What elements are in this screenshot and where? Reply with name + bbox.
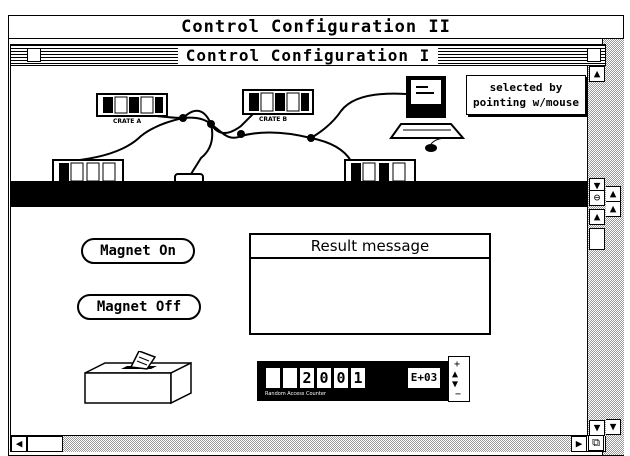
divider-bar: [11, 181, 587, 207]
scroll-down-arrow-lower[interactable]: ▼: [589, 420, 605, 436]
junction-node: [307, 134, 315, 142]
counter-digit: 2: [299, 367, 315, 389]
scroll-up-arrow[interactable]: ▲: [605, 186, 621, 202]
scroll-up-arrow-lower[interactable]: ▲: [589, 209, 605, 225]
computer-icon[interactable]: [389, 76, 466, 152]
callout-line-1: selected by: [489, 81, 563, 94]
counter-exponent: E+03: [407, 367, 441, 389]
crate-a[interactable]: [96, 93, 168, 117]
counter-display: 2 0 0 1 E+03 Random Access Counter: [257, 361, 453, 401]
scroll-up-arrow-2[interactable]: ▲: [605, 201, 621, 217]
counter-stepper[interactable]: + ▲ ▼ −: [448, 356, 470, 402]
callout-box: selected by pointing w/mouse: [466, 75, 586, 115]
scroll-thumb[interactable]: ⊖: [589, 190, 605, 206]
zoom-box[interactable]: [587, 48, 601, 62]
scroll-thumb-lower[interactable]: [589, 228, 605, 250]
grow-box[interactable]: ⧉: [588, 435, 604, 451]
counter-caption: Random Access Counter: [265, 391, 326, 397]
counter-digit: 1: [350, 367, 366, 389]
crate-left[interactable]: [52, 159, 124, 181]
counter-digit: [265, 367, 281, 389]
window-title-bar[interactable]: Control Configuration I: [11, 45, 605, 66]
window-title: Control Configuration II: [181, 17, 451, 37]
cable-5: [310, 92, 407, 139]
crate-right[interactable]: [344, 159, 416, 181]
scroll-thumb-horizontal[interactable]: [27, 436, 63, 452]
crate-b-label: CRATE B: [259, 116, 288, 123]
scroll-left-arrow[interactable]: ◀: [11, 436, 27, 452]
crate-b[interactable]: [242, 89, 314, 115]
window-title-bar[interactable]: Control Configuration II: [9, 16, 623, 39]
vertical-scrollbar[interactable]: ▲ ▼ ⊖ ▲ ▼: [587, 66, 606, 436]
minus-icon[interactable]: −: [455, 389, 461, 400]
ballot-box-icon[interactable]: [81, 351, 201, 407]
cable-4: [190, 123, 214, 175]
junction-node: [207, 120, 215, 128]
scroll-down-arrow[interactable]: ▼: [605, 419, 621, 435]
crate-a-label: CRATE A: [113, 118, 142, 125]
junction-node: [237, 130, 245, 138]
window-title: Control Configuration I: [177, 46, 439, 65]
magnet-off-button[interactable]: Magnet Off: [77, 294, 201, 320]
counter-digit: 0: [333, 367, 349, 389]
callout-line-2: pointing w/mouse: [473, 96, 579, 109]
terminator: [174, 173, 204, 181]
junction-node: [179, 114, 187, 122]
horizontal-scrollbar[interactable]: ◀ ▶: [11, 435, 587, 452]
scroll-right-arrow[interactable]: ▶: [571, 436, 587, 452]
scroll-up-arrow[interactable]: ▲: [589, 66, 605, 82]
result-message-box: Result message: [249, 233, 491, 335]
window-control-configuration-1[interactable]: Control Configuration I CRATE A CRATE B …: [10, 44, 606, 452]
counter-digit: 0: [316, 367, 332, 389]
magnet-on-button[interactable]: Magnet On: [81, 238, 195, 264]
counter-digit: [282, 367, 298, 389]
result-message-title: Result message: [251, 235, 489, 259]
close-box[interactable]: [27, 48, 41, 62]
